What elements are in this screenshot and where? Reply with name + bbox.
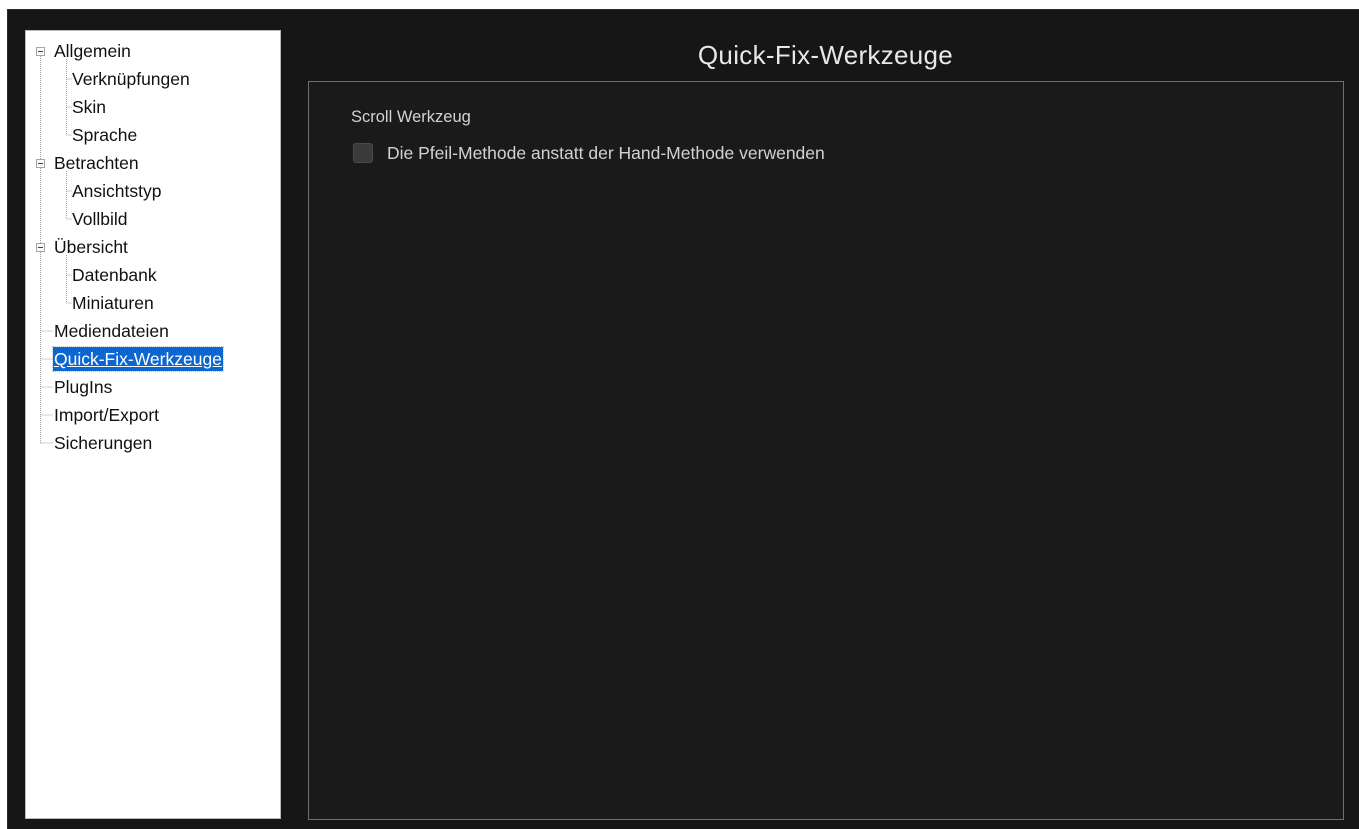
collapse-betrachten-icon[interactable] (36, 159, 45, 168)
tree-item-vollbild[interactable]: Vollbild (71, 207, 128, 231)
settings-tree[interactable]: Allgemein Verknüpfungen Skin Sprache Bet… (25, 30, 281, 819)
tree-item-allgemein[interactable]: Allgemein (53, 39, 132, 63)
tree-item-mediendateien[interactable]: Mediendateien (53, 319, 170, 343)
page-title: Quick-Fix-Werkzeuge (697, 40, 954, 70)
tree-item-import-export[interactable]: Import/Export (53, 403, 160, 427)
group-label-scroll-tool: Scroll Werkzeug (351, 108, 471, 126)
collapse-uebersicht-icon[interactable] (36, 243, 45, 252)
tree-item-skin[interactable]: Skin (71, 95, 107, 119)
arrow-method-checkbox[interactable] (353, 143, 373, 163)
tree-item-betrachten[interactable]: Betrachten (53, 151, 140, 175)
tree-item-plugins[interactable]: PlugIns (53, 375, 113, 399)
arrow-method-option[interactable]: Die Pfeil-Methode anstatt der Hand-Metho… (353, 140, 825, 166)
settings-content-panel: Scroll Werkzeug Die Pfeil-Methode anstat… (308, 81, 1344, 820)
arrow-method-label[interactable]: Die Pfeil-Methode anstatt der Hand-Metho… (387, 143, 825, 164)
collapse-allgemein-icon[interactable] (36, 47, 45, 56)
tree-item-sprache[interactable]: Sprache (71, 123, 138, 147)
tree-item-verknuepfungen[interactable]: Verknüpfungen (71, 67, 191, 91)
tree-item-ansichtstyp[interactable]: Ansichtstyp (71, 179, 162, 203)
tree-item-quick-fix-werkzeuge[interactable]: Quick-Fix-Werkzeuge (52, 346, 224, 372)
tree-item-uebersicht[interactable]: Übersicht (53, 235, 129, 259)
settings-window: Allgemein Verknüpfungen Skin Sprache Bet… (7, 9, 1359, 829)
tree-item-sicherungen[interactable]: Sicherungen (53, 431, 153, 455)
tree-item-miniaturen[interactable]: Miniaturen (71, 291, 155, 315)
tree-item-datenbank[interactable]: Datenbank (71, 263, 158, 287)
